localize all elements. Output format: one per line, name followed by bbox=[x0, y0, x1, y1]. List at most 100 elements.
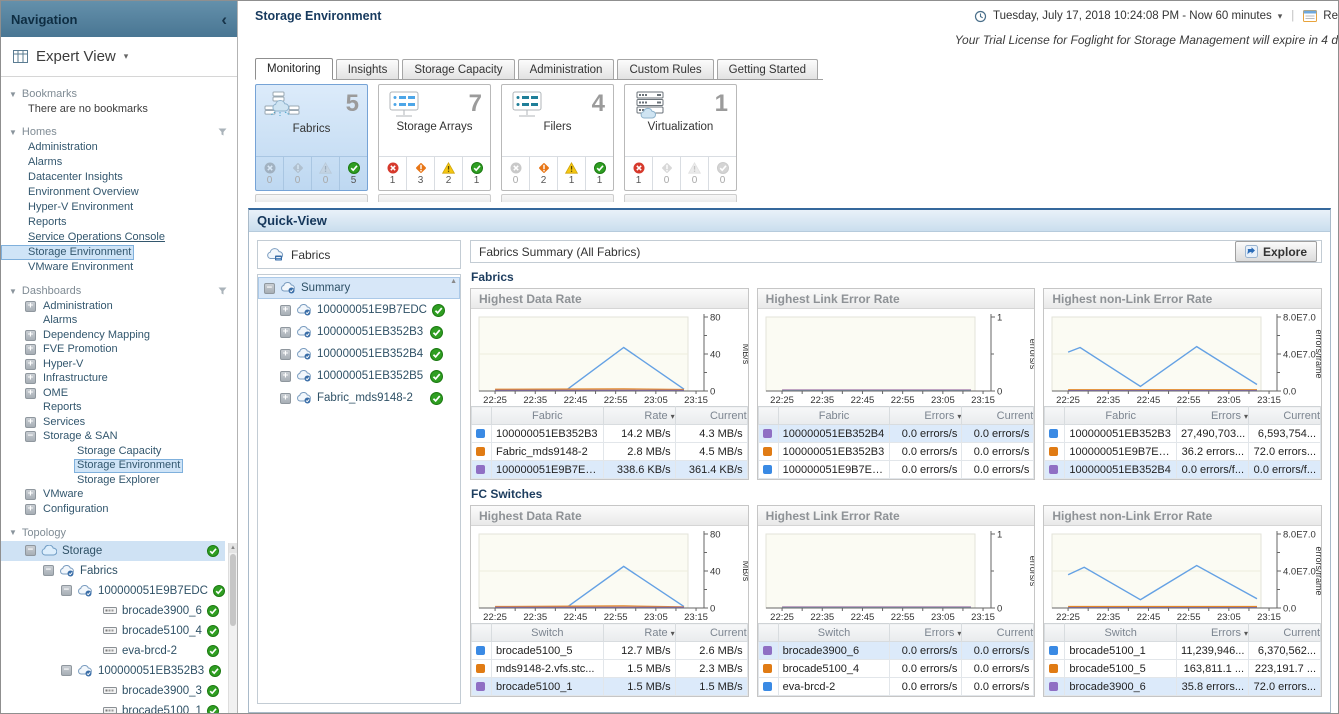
status-normal[interactable]: 5 bbox=[340, 157, 367, 190]
expand-toggle[interactable] bbox=[25, 344, 36, 355]
expand-toggle[interactable] bbox=[25, 301, 36, 312]
sidebar-item[interactable]: Alarms bbox=[1, 155, 65, 170]
table-row[interactable]: 100000051E9B7EDC 338.6 KB/s 361.4 KB/s bbox=[472, 461, 748, 479]
column-header-sorted[interactable]: Rate▾ bbox=[603, 407, 675, 425]
status-warning[interactable]: 0 bbox=[312, 157, 340, 190]
expand-toggle[interactable] bbox=[25, 330, 36, 341]
topology-tree-item[interactable]: brocade5100_1 bbox=[1, 701, 225, 714]
sidebar-item[interactable]: Infrastructure bbox=[1, 372, 237, 387]
table-row[interactable]: 100000051EB352B4 0.0 errors/f... 0.0 err… bbox=[1045, 461, 1321, 479]
expand-toggle[interactable] bbox=[25, 359, 36, 370]
expand-toggle[interactable] bbox=[25, 431, 36, 442]
sidebar-item[interactable]: Configuration bbox=[1, 502, 237, 517]
expand-toggle[interactable] bbox=[25, 504, 36, 515]
table-row[interactable]: brocade3900_6 0.0 errors/s 0.0 errors/s bbox=[758, 642, 1034, 660]
topology-tree-item[interactable]: brocade3900_3 bbox=[1, 681, 225, 701]
column-header[interactable]: Switch bbox=[492, 624, 604, 642]
topology-tree-item[interactable]: 100000051EB352B3 bbox=[1, 661, 225, 681]
expand-toggle[interactable] bbox=[61, 585, 72, 596]
tab[interactable]: Administration bbox=[518, 59, 615, 79]
sidebar-item[interactable]: Reports bbox=[1, 401, 237, 416]
filter-icon[interactable] bbox=[218, 128, 227, 136]
table-row[interactable]: brocade5100_5 163,811.1 ... 223,191.7 ..… bbox=[1045, 660, 1321, 678]
expand-toggle[interactable] bbox=[280, 327, 291, 338]
topology-tree-item[interactable]: Fabrics bbox=[1, 561, 225, 581]
sidebar-item[interactable]: Alarms bbox=[1, 314, 237, 329]
topology-tree-item[interactable]: eva-brcd-2 bbox=[1, 641, 225, 661]
sidebar-item[interactable]: Datacenter Insights bbox=[1, 170, 126, 185]
sidebar-item[interactable]: Reports bbox=[1, 215, 70, 230]
filter-icon[interactable] bbox=[218, 287, 227, 295]
sidebar-item[interactable]: Storage Environment bbox=[1, 459, 237, 474]
summary-tile[interactable]: 4 Filers 0 2 1 bbox=[501, 84, 614, 191]
column-header-sorted[interactable]: Errors▾ bbox=[890, 624, 962, 642]
scroll-up-icon[interactable]: ▲ bbox=[229, 543, 237, 553]
status-warning[interactable]: 1 bbox=[558, 157, 586, 190]
time-range-selector[interactable]: Tuesday, July 17, 2018 10:24:08 PM - Now… bbox=[974, 10, 1338, 23]
sidebar-item[interactable]: VMware bbox=[1, 488, 237, 503]
table-row[interactable]: brocade5100_1 1.5 MB/s 1.5 MB/s bbox=[472, 678, 748, 696]
fabric-tree-item[interactable]: Fabric_mds9148-2 bbox=[258, 387, 460, 409]
reports-icon[interactable] bbox=[1303, 10, 1317, 22]
explore-button[interactable]: Explore bbox=[1235, 241, 1317, 262]
column-header[interactable]: Switch bbox=[778, 624, 890, 642]
status-critical[interactable]: 0 bbox=[653, 157, 681, 190]
topology-tree-item[interactable]: 100000051E9B7EDC bbox=[1, 581, 225, 601]
status-normal[interactable]: 1 bbox=[586, 157, 613, 190]
column-header[interactable]: Fabric bbox=[492, 407, 604, 425]
column-header-sorted[interactable]: Errors▾ bbox=[1177, 407, 1249, 425]
sidebar-item[interactable]: Services bbox=[1, 415, 237, 430]
expand-toggle[interactable] bbox=[280, 371, 291, 382]
table-row[interactable]: mds9148-2.vfs.stc... 1.5 MB/s 2.3 MB/s bbox=[472, 660, 748, 678]
fabric-tree-item[interactable]: 100000051EB352B5 bbox=[258, 365, 460, 387]
summary-tile[interactable]: 7 Storage Arrays 1 3 bbox=[378, 84, 491, 191]
section-homes[interactable]: ▼ Homes bbox=[1, 123, 237, 140]
fabric-tree-item[interactable]: Summary bbox=[258, 277, 460, 299]
table-row[interactable]: brocade5100_4 0.0 errors/s 0.0 errors/s bbox=[758, 660, 1034, 678]
table-row[interactable]: brocade3900_6 35.8 errors... 72.0 errors… bbox=[1045, 678, 1321, 696]
fabric-tree-item[interactable]: 100000051EB352B3 bbox=[258, 321, 460, 343]
collapse-sidebar-icon[interactable]: ‹ bbox=[221, 11, 227, 28]
expand-toggle[interactable] bbox=[25, 489, 36, 500]
topology-scrollbar[interactable]: ▲ bbox=[228, 543, 237, 714]
expand-toggle[interactable] bbox=[280, 305, 291, 316]
fabric-tree-item[interactable]: 100000051EB352B4 bbox=[258, 343, 460, 365]
sidebar-item[interactable]: VMware Environment bbox=[1, 260, 136, 275]
status-normal[interactable]: 0 bbox=[709, 157, 736, 190]
expand-toggle[interactable] bbox=[61, 665, 72, 676]
expand-toggle[interactable] bbox=[280, 393, 291, 404]
tab[interactable]: Insights bbox=[336, 59, 400, 79]
column-header[interactable]: Fabric bbox=[1065, 407, 1177, 425]
status-fatal[interactable]: 0 bbox=[256, 157, 284, 190]
status-fatal[interactable]: 1 bbox=[379, 157, 407, 190]
sidebar-item[interactable]: Storage & SAN bbox=[1, 430, 237, 445]
table-row[interactable]: Fabric_mds9148-2 2.8 MB/s 4.5 MB/s bbox=[472, 443, 748, 461]
table-row[interactable]: 100000051EB352B3 14.2 MB/s 4.3 MB/s bbox=[472, 425, 748, 443]
tab[interactable]: Monitoring bbox=[255, 58, 333, 80]
column-header[interactable]: Current bbox=[1249, 407, 1321, 425]
status-fatal[interactable]: 1 bbox=[625, 157, 653, 190]
sidebar-item[interactable]: OME bbox=[1, 386, 237, 401]
sidebar-item[interactable]: Storage Explorer bbox=[1, 473, 237, 488]
sidebar-item[interactable]: Hyper-V Environment bbox=[1, 200, 136, 215]
reports-label[interactable]: Re bbox=[1323, 10, 1338, 22]
sidebar-item[interactable]: Storage Environment bbox=[1, 245, 134, 260]
topology-tree-item[interactable]: brocade3900_6 bbox=[1, 601, 225, 621]
section-dashboards[interactable]: ▼ Dashboards bbox=[1, 282, 237, 299]
column-header[interactable]: Current bbox=[962, 407, 1034, 425]
table-row[interactable]: 100000051E9B7EDC 36.2 errors... 72.0 err… bbox=[1045, 443, 1321, 461]
column-header[interactable]: Current bbox=[1249, 624, 1321, 642]
status-fatal[interactable]: 0 bbox=[502, 157, 530, 190]
scrollbar-thumb[interactable] bbox=[230, 554, 236, 626]
column-header[interactable]: Current bbox=[675, 407, 747, 425]
expand-toggle[interactable] bbox=[280, 349, 291, 360]
sidebar-item[interactable]: Dependency Mapping bbox=[1, 328, 237, 343]
table-row[interactable]: 100000051E9B7EDC 0.0 errors/s 0.0 errors… bbox=[758, 461, 1034, 479]
expand-toggle[interactable] bbox=[43, 565, 54, 576]
table-row[interactable]: 100000051EB352B4 0.0 errors/s 0.0 errors… bbox=[758, 425, 1034, 443]
status-warning[interactable]: 2 bbox=[435, 157, 463, 190]
sidebar-item[interactable]: FVE Promotion bbox=[1, 343, 237, 358]
column-header-sorted[interactable]: Errors▾ bbox=[890, 407, 962, 425]
expand-toggle[interactable] bbox=[25, 545, 36, 556]
sidebar-item[interactable]: Environment Overview bbox=[1, 185, 142, 200]
